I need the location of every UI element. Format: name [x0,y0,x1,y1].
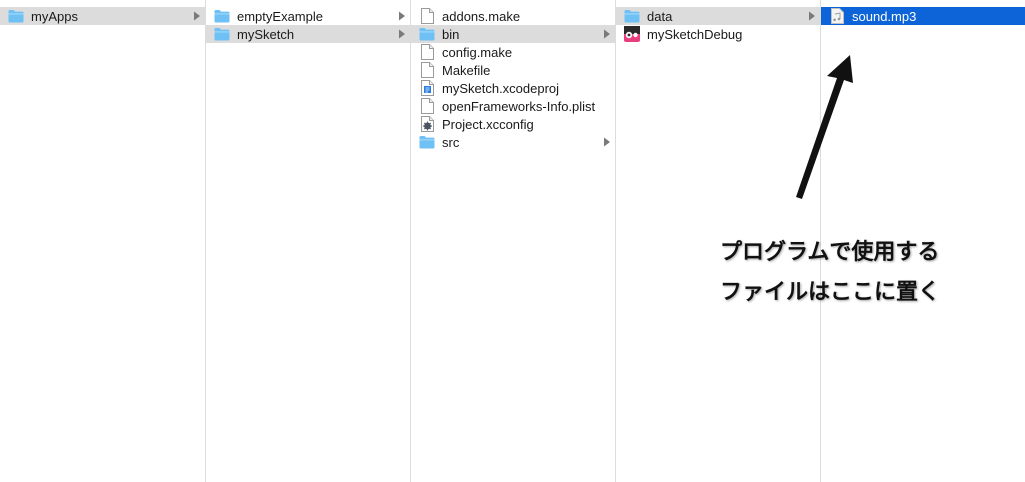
file-row-label: myApps [31,8,78,24]
folder-icon [8,8,24,24]
file-row-bin[interactable]: bin [411,25,615,43]
annotation-line-2: ファイルはここに置く [720,280,941,305]
file-row-src[interactable]: src [411,133,615,151]
file-row-label: data [647,8,673,24]
file-row-addons-make[interactable]: addons.make [411,7,615,25]
file-row-label: Makefile [442,62,491,78]
file-row-label: mySketch [237,26,295,42]
file-row-project-xcconfig[interactable]: Project.xcconfig [411,115,615,133]
document-icon [419,8,435,24]
column-3[interactable]: addons.make bin config.make Makefile mySketc… [411,0,616,482]
chevron-right-icon [398,11,410,21]
file-row-sound-mp3[interactable]: sound.mp3 [821,7,1025,25]
annotation-line-1: プログラムで使用する [720,240,940,265]
file-row-label: emptyExample [237,8,323,24]
file-row-config-make[interactable]: config.make [411,43,615,61]
file-row-makefile[interactable]: Makefile [411,61,615,79]
file-row-label: mySketch.xcodeproj [442,80,560,96]
file-row-openframeworks-info-plist[interactable]: openFrameworks-Info.plist [411,97,615,115]
folder-icon [419,134,435,150]
xcconfig-gear-icon [419,116,435,132]
chevron-right-icon [603,29,615,39]
column-2[interactable]: emptyExample mySketch [206,0,411,482]
file-row-label: Project.xcconfig [442,116,534,132]
document-icon [419,98,435,114]
file-row-label: config.make [442,44,513,60]
file-row-mysketchdebug[interactable]: mySketchDebug [616,25,820,43]
folder-icon [624,8,640,24]
folder-icon [214,8,230,24]
file-row-emptyexample[interactable]: emptyExample [206,7,410,25]
file-row-mysketch[interactable]: mySketch [206,25,410,43]
folder-icon [214,26,230,42]
file-row-data[interactable]: data [616,7,820,25]
document-icon [419,62,435,78]
folder-icon [419,26,435,42]
annotation-text: プログラムで使用する ファイルはここに置く [720,233,980,313]
file-row-label: sound.mp3 [852,8,917,24]
column-1[interactable]: myApps [0,0,206,482]
file-row-label: openFrameworks-Info.plist [442,98,596,114]
finder-column-browser: myApps emptyExample mySketch addons.make b… [0,0,1025,482]
file-row-mysketch-xcodeproj[interactable]: mySketch.xcodeproj [411,79,615,97]
chevron-right-icon [398,29,410,39]
file-row-label: src [442,134,460,150]
document-icon [419,44,435,60]
file-row-label: addons.make [442,8,521,24]
xcodeproj-icon [419,80,435,96]
audio-file-icon [829,8,845,24]
chevron-right-icon [193,11,205,21]
chevron-right-icon [808,11,820,21]
file-row-label: mySketchDebug [647,26,743,42]
chevron-right-icon [603,137,615,147]
file-row-label: bin [442,26,460,42]
app-icon [624,26,640,42]
file-row-myapps[interactable]: myApps [0,7,205,25]
